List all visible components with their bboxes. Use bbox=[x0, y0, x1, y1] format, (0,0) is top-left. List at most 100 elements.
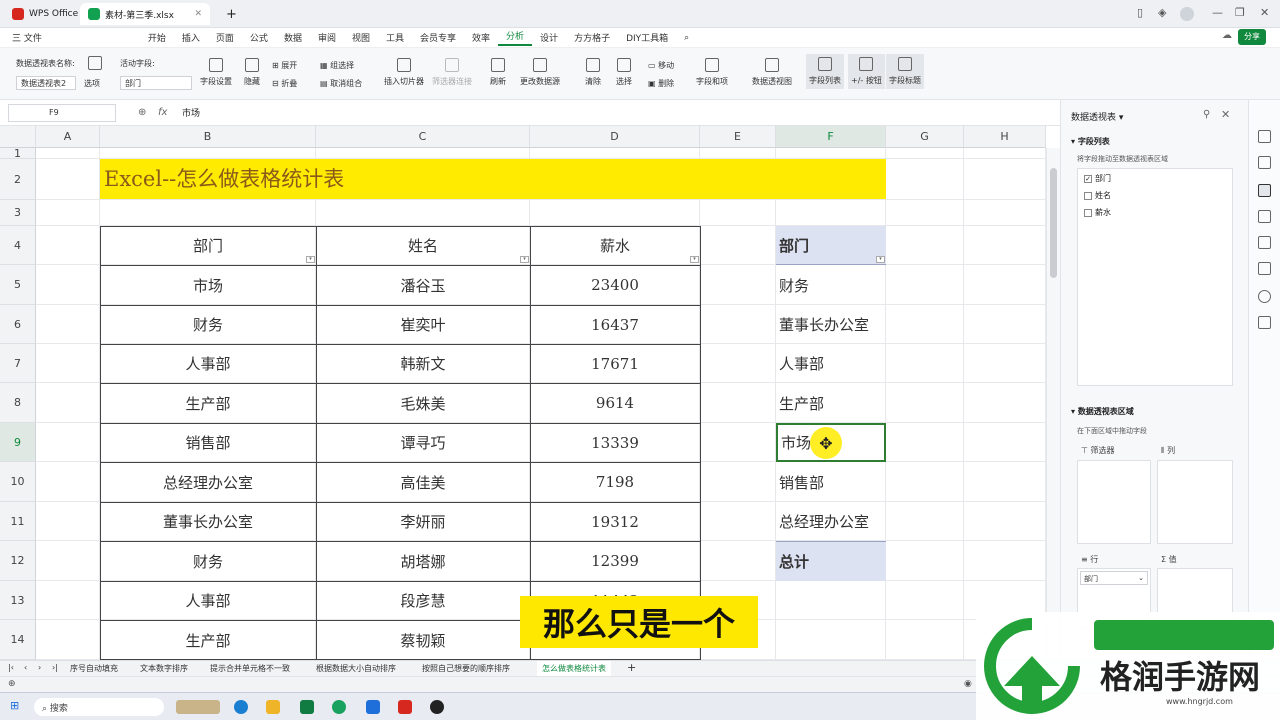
sheet-tab[interactable]: 怎么做表格统计表 bbox=[537, 661, 611, 676]
select-all-corner[interactable] bbox=[0, 126, 36, 148]
table-cell[interactable]: 蔡韧颖 bbox=[316, 620, 530, 660]
field-checkbox[interactable] bbox=[1084, 208, 1092, 217]
select-button[interactable]: 选择 bbox=[616, 58, 632, 87]
help-icon[interactable] bbox=[1258, 290, 1271, 303]
field-list-button[interactable]: 字段列表 bbox=[806, 54, 844, 89]
pin-icon[interactable]: ⚲ bbox=[1203, 109, 1210, 120]
menu-item-13[interactable]: 方方格子 bbox=[566, 31, 618, 44]
fx-icon[interactable]: fx bbox=[158, 107, 167, 118]
table-cell[interactable]: 毛姝美 bbox=[316, 383, 530, 423]
row-header-3[interactable]: 3 bbox=[0, 200, 36, 226]
panel-close-icon[interactable]: ✕ bbox=[1221, 108, 1230, 121]
row-header-10[interactable]: 10 bbox=[0, 462, 36, 502]
field-settings-button[interactable]: 字段设置 bbox=[200, 58, 232, 87]
table-cell[interactable]: 韩新文 bbox=[316, 344, 530, 383]
add-sheet-button[interactable]: + bbox=[627, 661, 636, 674]
plus-minus-button[interactable]: +/- 按钮 bbox=[848, 54, 885, 89]
table-cell[interactable]: 13339 bbox=[530, 423, 700, 462]
change-source-button[interactable]: 更改数据源 bbox=[520, 58, 560, 87]
format-tool-icon[interactable] bbox=[1258, 156, 1271, 169]
table-cell[interactable]: 生产部 bbox=[100, 383, 316, 423]
cloud-icon[interactable]: ☁ bbox=[1222, 30, 1232, 41]
row-header-11[interactable]: 11 bbox=[0, 502, 36, 541]
widget-icon[interactable] bbox=[176, 700, 220, 714]
table-cell[interactable]: 董事长办公室 bbox=[100, 502, 316, 541]
file-tab[interactable]: 素材-第三季.xlsx ✕ bbox=[80, 3, 210, 25]
pivot-item-cell[interactable]: 生产部 bbox=[776, 383, 886, 423]
vertical-scrollbar[interactable] bbox=[1046, 148, 1060, 660]
table-cell[interactable]: 高佳美 bbox=[316, 462, 530, 502]
row-header-7[interactable]: 7 bbox=[0, 344, 36, 383]
field-checkbox-row[interactable]: 薪水 bbox=[1084, 207, 1111, 218]
menu-item-6[interactable]: 审阅 bbox=[310, 31, 344, 44]
pivot-item-cell[interactable]: 销售部 bbox=[776, 462, 886, 502]
restore-icon[interactable]: ❐ bbox=[1235, 6, 1245, 19]
areas-section[interactable]: ▾ 数据透视表区域 bbox=[1071, 406, 1134, 417]
column-header-g[interactable]: G bbox=[886, 126, 964, 148]
taskbar-search[interactable]: ⌕ 搜索 bbox=[34, 698, 164, 716]
clear-button[interactable]: 清除 bbox=[585, 58, 601, 87]
table-cell[interactable]: 人事部 bbox=[100, 581, 316, 620]
row-header-4[interactable]: 4 bbox=[0, 226, 36, 265]
fields-items-button[interactable]: 字段和项 bbox=[696, 58, 728, 87]
filter-dropdown-icon[interactable]: ▾ bbox=[306, 256, 315, 263]
move-button[interactable]: ▭ 移动 bbox=[648, 60, 674, 71]
pivot-item-cell[interactable]: 财务 bbox=[776, 265, 886, 305]
sheet-tab[interactable]: 序号自动填充 bbox=[70, 663, 118, 674]
table-cell[interactable]: 财务 bbox=[100, 305, 316, 344]
wps-taskbar-icon[interactable] bbox=[398, 700, 412, 714]
ungroup-button[interactable]: ▤ 取消组合 bbox=[320, 78, 362, 89]
sheet-nav-next[interactable]: › bbox=[38, 663, 41, 672]
table-cell[interactable]: 财务 bbox=[100, 541, 316, 581]
row-header-14[interactable]: 14 bbox=[0, 620, 36, 660]
spreadsheet-grid[interactable]: Excel--怎么做表格统计表 部门 ▾ 姓名 ▾ 薪水 ▾ 市场 潘谷玉 23400 财务 崔奕叶… bbox=[36, 148, 1046, 660]
backup-icon[interactable] bbox=[1258, 262, 1271, 275]
menu-item-8[interactable]: 工具 bbox=[378, 31, 412, 44]
menu-item-4[interactable]: 公式 bbox=[242, 31, 276, 44]
table-cell[interactable]: 19312 bbox=[530, 502, 700, 541]
sheet-tab[interactable]: 提示合并单元格不一致 bbox=[210, 663, 290, 674]
menu-item-9[interactable]: 会员专享 bbox=[412, 31, 464, 44]
row-field-chip[interactable]: 部门 ⌄ bbox=[1080, 571, 1148, 585]
zoom-icon[interactable]: ⊕ bbox=[138, 107, 146, 118]
table-cell[interactable]: 23400 bbox=[530, 265, 700, 305]
table-cell[interactable]: 7198 bbox=[530, 462, 700, 502]
recorder-icon[interactable] bbox=[430, 700, 444, 714]
field-checkbox-row[interactable]: ✓ 部门 bbox=[1084, 173, 1111, 184]
tools-icon[interactable] bbox=[1258, 236, 1271, 249]
pivot-item-cell[interactable]: 董事长办公室 bbox=[776, 305, 886, 344]
macro-icon[interactable]: ⊕ bbox=[8, 679, 16, 689]
excel-icon[interactable] bbox=[300, 700, 314, 714]
chip-dropdown-icon[interactable]: ⌄ bbox=[1138, 574, 1144, 582]
pivot-item-cell[interactable]: 总经理办公室 bbox=[776, 502, 886, 541]
group-select-button[interactable]: ▦ 组选择 bbox=[320, 60, 354, 71]
sheet-nav-first[interactable]: |‹ bbox=[8, 663, 14, 672]
new-tab-button[interactable]: + bbox=[218, 3, 245, 25]
table-cell[interactable]: 17671 bbox=[530, 344, 700, 383]
name-box[interactable]: F9 bbox=[8, 104, 116, 122]
formula-input[interactable]: 市场 bbox=[182, 106, 200, 119]
table-cell[interactable]: 人事部 bbox=[100, 344, 316, 383]
row-header-13[interactable]: 13 bbox=[0, 581, 36, 620]
menu-item-7[interactable]: 视图 bbox=[344, 31, 378, 44]
row-header-8[interactable]: 8 bbox=[0, 383, 36, 423]
edge-icon[interactable] bbox=[234, 700, 248, 714]
minimize-icon[interactable]: — bbox=[1212, 6, 1223, 19]
sheet-tab[interactable]: 文本数字排序 bbox=[140, 663, 188, 674]
windows-start-icon[interactable]: ⊞ bbox=[10, 699, 19, 712]
close-tab-icon[interactable]: ✕ bbox=[194, 9, 202, 19]
menu-item-1[interactable]: 开始 bbox=[140, 31, 174, 44]
table-header-cell[interactable]: 姓名 bbox=[316, 226, 530, 265]
column-drop-zone[interactable] bbox=[1157, 460, 1233, 544]
pivot-header-cell[interactable]: 部门 bbox=[776, 226, 886, 265]
table-cell[interactable]: 9614 bbox=[530, 383, 700, 423]
filter-drop-zone[interactable] bbox=[1077, 460, 1151, 544]
table-header-cell[interactable]: 部门 bbox=[100, 226, 316, 265]
menu-item-2[interactable]: 插入 bbox=[174, 31, 208, 44]
options-button[interactable]: 选项 bbox=[84, 78, 100, 89]
row-header-5[interactable]: 5 bbox=[0, 265, 36, 305]
field-headers-button[interactable]: 字段标题 bbox=[886, 54, 924, 89]
table-cell[interactable]: 市场 bbox=[100, 265, 316, 305]
skin-icon[interactable]: ◈ bbox=[1158, 6, 1166, 19]
active-field-input[interactable]: 部门 bbox=[120, 76, 192, 90]
